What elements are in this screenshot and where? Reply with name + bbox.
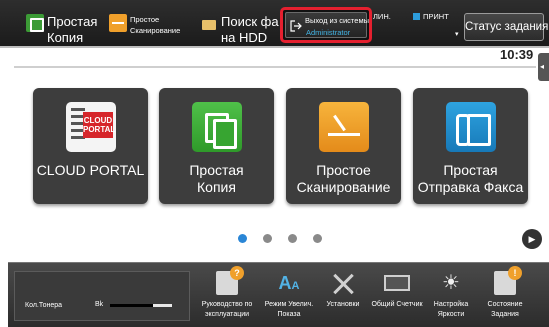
side-panel-arrow-icon: ◂ [540, 62, 545, 71]
folder-icon [200, 14, 218, 32]
brightness-label: Настройка Яркости [420, 300, 482, 320]
fax-icon [446, 102, 496, 152]
tile-simple-fax[interactable]: Простая Отправка Факса [413, 88, 528, 204]
job-status-icon [494, 266, 522, 295]
settings-button[interactable]: Установки [316, 263, 370, 327]
logout-label: Выход из системы [305, 16, 369, 25]
toner-label: Кол.Тонера [25, 302, 63, 309]
settings-icon [332, 271, 354, 295]
simple-scan-label-line2: Сканирование [130, 26, 181, 35]
zoom-display-button[interactable]: AA Режим Увелич. Показа [262, 263, 316, 327]
brightness-label-line2: Яркости [437, 311, 465, 318]
tile-simple-fax-label: Простая Отправка Факса [413, 162, 528, 196]
settings-label-line1: Установки [326, 301, 360, 308]
line-status: ЛИН. [373, 12, 391, 21]
page-dot[interactable] [238, 234, 247, 243]
brightness-icon: ☀ [442, 272, 460, 294]
copy-icon [192, 102, 242, 152]
counter-icon [384, 275, 410, 291]
simple-copy-label-line1: Простая [47, 14, 98, 29]
tile-simple-copy-label-line2: Копия [197, 179, 236, 195]
total-counter-label-line1: Общий Счетчик [371, 301, 423, 308]
tile-cloud-portal[interactable]: CLOUD PORTAL CLOUD PORTAL [33, 88, 148, 204]
tile-simple-fax-label-line1: Простая [443, 162, 498, 178]
simple-scan-label: Простое Сканирование [130, 14, 180, 36]
operation-manual-label: Руководство по эксплуатации [196, 300, 258, 320]
tile-simple-scan-label-line2: Сканирование [296, 179, 391, 195]
logout-icon [290, 20, 302, 32]
total-counter-button[interactable]: Общий Счетчик [370, 263, 424, 327]
scan-icon [109, 14, 127, 32]
tile-simple-copy[interactable]: Простая Копия [159, 88, 274, 204]
zoom-display-label-line2: Показа [277, 311, 301, 318]
tile-cloud-portal-label: CLOUD PORTAL [36, 162, 145, 178]
tile-simple-scan-label: Простое Сканирование [286, 162, 401, 196]
cloud-portal-icon: CLOUD PORTAL [66, 102, 116, 152]
job-status-shortcut[interactable]: Состояние Задания [478, 263, 532, 327]
brightness-button[interactable]: ☀ Настройка Яркости [424, 263, 478, 327]
zoom-display-icon: AA [278, 273, 300, 293]
side-panel-tab[interactable]: ◂ [538, 53, 549, 81]
bottom-bar: Кол.Тонера Bk Руководство по эксплуатаци… [8, 262, 549, 327]
logout-highlight: Выход из системы Administrator [280, 7, 372, 43]
toner-level-fill [110, 304, 154, 307]
print-status-indicator [413, 13, 420, 20]
brightness-label-line1: Настройка [433, 301, 469, 308]
page-dot[interactable] [288, 234, 297, 243]
simple-scan-label-line1: Простое [130, 15, 160, 24]
tile-simple-scan[interactable]: Простое Сканирование [286, 88, 401, 204]
top-bar: Простая Копия Простое Сканирование Поиск… [0, 0, 549, 48]
logout-button[interactable]: Выход из системы Administrator [285, 12, 369, 38]
page-dot[interactable] [313, 234, 322, 243]
settings-label: Установки [312, 300, 374, 310]
cloud-portal-badge-line2: PORTAL [83, 125, 116, 134]
hdd-search-label-line1: Поиск фа [221, 14, 279, 29]
tile-simple-copy-label-line1: Простая [189, 162, 244, 178]
zoom-display-label: Режим Увелич. Показа [258, 300, 320, 320]
tile-simple-scan-label-line1: Простое [316, 162, 371, 178]
status-expand-icon[interactable]: ▾ [455, 30, 459, 38]
simple-copy-label: Простая Копия [47, 14, 97, 46]
tile-simple-copy-label: Простая Копия [159, 162, 274, 196]
job-status-shortcut-label-line1: Состояние [487, 301, 523, 308]
cloud-portal-badge: CLOUD PORTAL [83, 112, 116, 138]
simple-copy-label-line2: Копия [47, 30, 84, 45]
toner-level-panel: Кол.Тонера Bk [14, 271, 190, 321]
home-screen: Простая Копия Простое Сканирование Поиск… [0, 0, 549, 327]
scan-icon [319, 102, 369, 152]
operation-manual-label-line2: эксплуатации [204, 311, 250, 318]
next-page-button[interactable]: ▶ [522, 229, 542, 249]
manual-icon [216, 266, 244, 295]
hdd-search-label-line2: на HDD [221, 30, 268, 45]
clock: 10:39 [500, 47, 534, 62]
zoom-display-label-line1: Режим Увелич. [264, 301, 314, 308]
job-status-shortcut-label: Состояние Задания [474, 300, 536, 320]
header-divider [14, 66, 536, 68]
total-counter-label: Общий Счетчик [366, 300, 428, 310]
page-dot[interactable] [263, 234, 272, 243]
copy-icon [26, 14, 44, 32]
operation-manual-label-line1: Руководство по [201, 301, 253, 308]
print-status: ПРИНТ [423, 12, 449, 21]
cloud-portal-badge-line1: CLOUD [83, 116, 113, 125]
job-status-button[interactable]: Статус задания [464, 13, 548, 41]
hdd-search-label: Поиск фа на HDD [221, 14, 279, 46]
operation-manual-button[interactable]: Руководство по эксплуатации [200, 263, 254, 327]
tile-simple-fax-label-line2: Отправка Факса [417, 179, 524, 195]
job-status-shortcut-label-line2: Задания [491, 311, 519, 318]
toner-level-bar [110, 304, 172, 307]
toner-color-label: Bk [95, 301, 104, 308]
logged-in-user: Administrator [306, 28, 351, 37]
